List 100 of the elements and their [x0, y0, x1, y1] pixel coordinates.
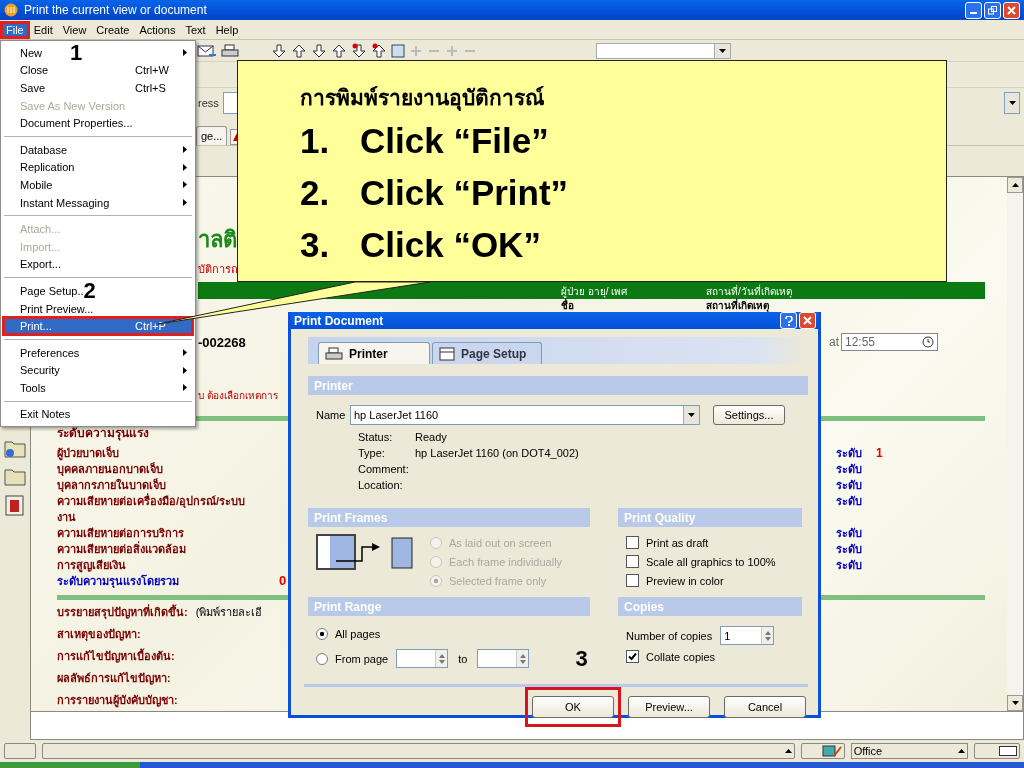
checkbox[interactable] [626, 536, 639, 549]
toolbar-dropdown[interactable] [596, 42, 731, 59]
menu-item[interactable]: Document Properties... [3, 114, 193, 132]
close-icon[interactable] [1007, 5, 1016, 15]
menu-bar-item[interactable]: Edit [28, 21, 58, 38]
checkbox-option[interactable]: Scale all graphics to 100% [626, 554, 776, 569]
spin-arrows-icon[interactable] [438, 652, 445, 665]
menu-bar-item[interactable]: Create [91, 21, 135, 38]
menu-item[interactable]: Tools [3, 379, 193, 397]
pen-icon[interactable] [821, 745, 842, 757]
menu-item[interactable]: Save Ctrl+S [3, 79, 193, 97]
folder-icon[interactable] [4, 466, 26, 486]
starred-arrow-icon[interactable] [371, 42, 387, 59]
menu-item[interactable]: Mobile [3, 176, 193, 194]
field-label: ผลลัพธ์การแก้ไขปัญหา: [57, 671, 171, 686]
restore-button[interactable] [984, 1, 1001, 19]
spin-arrows-icon[interactable] [519, 652, 526, 665]
checkbox[interactable] [626, 650, 639, 663]
step-number: 2. [300, 172, 331, 214]
location-dropdown[interactable]: Office [850, 743, 969, 759]
menu-bar-item[interactable]: View [57, 21, 92, 38]
menu-item[interactable]: Instant Messaging [3, 193, 193, 212]
window-icon[interactable] [391, 43, 405, 58]
dialog-button[interactable]: Preview... [628, 696, 710, 718]
status-field[interactable] [4, 743, 36, 759]
section-heading: Print Quality [618, 508, 802, 527]
calendar-icon[interactable] [5, 494, 25, 516]
severity-label: ผู้ป่วยบาดเจ็บ [57, 445, 120, 461]
field-label: การรายงานผู้บังคับบัญชา: [57, 693, 178, 708]
spin-arrows-icon[interactable] [764, 629, 771, 642]
folder-icon[interactable] [4, 438, 26, 458]
scroll-up-icon[interactable] [1011, 183, 1019, 187]
starred-arrow-icon[interactable] [351, 42, 367, 59]
menu-item[interactable]: Export... [3, 255, 193, 274]
menu-item[interactable]: Replication [3, 158, 193, 177]
status-field[interactable] [41, 743, 795, 759]
dialog-button[interactable]: OK [532, 696, 614, 718]
help-icon[interactable] [784, 315, 793, 326]
time-field[interactable]: 12:55 [841, 333, 938, 351]
up-arrow-icon[interactable] [331, 42, 347, 59]
menu-item[interactable]: Print... Ctrl+P [3, 317, 193, 335]
radio-option[interactable]: All pages [316, 626, 381, 641]
overall-severity-value: 0 [279, 574, 287, 588]
menu-item[interactable]: Database [3, 140, 193, 159]
copies-field[interactable]: 1 [720, 626, 775, 645]
menu-item[interactable]: Security [3, 361, 193, 380]
page-setup-icon [439, 346, 455, 361]
document-tab[interactable]: ge... [196, 126, 228, 145]
close-button[interactable] [799, 312, 816, 329]
menu-item[interactable]: Preferences [3, 343, 193, 362]
severity-label: ความเสียหายต่อการบริการ [57, 526, 185, 541]
down-arrow-icon[interactable] [311, 42, 327, 59]
checkbox[interactable] [626, 574, 639, 587]
restore-icon[interactable] [988, 5, 997, 15]
section-title: ระดับความรุนแรง [57, 425, 149, 441]
info-label: Comment: [358, 462, 410, 476]
checkbox-option[interactable]: Print as draft [626, 535, 709, 550]
minimize-button[interactable] [965, 1, 982, 19]
from-page-field[interactable] [396, 649, 449, 668]
down-arrow-icon[interactable] [271, 42, 287, 59]
clock-icon[interactable] [922, 336, 934, 348]
checkbox-option[interactable]: Preview in color [626, 573, 724, 588]
menu-bar-item[interactable]: Text [180, 21, 211, 38]
app-logo-icon [4, 3, 18, 17]
report-number: -002268 [198, 334, 247, 350]
dialog-tab[interactable]: Page Setup [432, 342, 542, 364]
menu-bar-item[interactable]: Actions [134, 21, 181, 38]
menu-bar-item[interactable]: File [1, 21, 29, 38]
to-page-field[interactable] [477, 649, 530, 668]
close-icon[interactable] [803, 316, 812, 325]
mail-icon[interactable] [197, 42, 217, 59]
close-button[interactable] [1003, 1, 1020, 19]
scroll-down-icon[interactable] [1011, 701, 1019, 705]
radio-button[interactable] [316, 652, 328, 665]
menu-item[interactable]: Print Preview... [3, 299, 193, 318]
field-label: การแก้ไขปัญหาเบื้องต้น: [57, 649, 175, 664]
up-arrow-icon[interactable] [784, 749, 792, 753]
checkbox[interactable] [626, 555, 639, 568]
up-arrow-icon[interactable] [291, 42, 307, 59]
level-label: ระดับ [836, 494, 863, 509]
menu-bar-item[interactable]: Help [210, 21, 244, 38]
address-dropdown-button[interactable] [1004, 92, 1020, 114]
printer-select[interactable]: hp LaserJet 1160 [350, 405, 700, 425]
menu-item[interactable]: New 1 [3, 44, 193, 62]
status-button[interactable] [974, 743, 1020, 759]
step-text: Click “OK” [360, 224, 541, 266]
menu-item[interactable]: Close Ctrl+W [3, 61, 193, 80]
checkbox-option[interactable]: Collate copies [626, 649, 716, 664]
keyboard-icon[interactable] [999, 746, 1017, 756]
dialog-tab[interactable]: Printer [318, 342, 430, 364]
menu-item[interactable]: Exit Notes [3, 405, 193, 424]
up-arrow-icon[interactable] [958, 749, 966, 753]
section-heading: Print Frames [308, 508, 590, 527]
radio-button[interactable] [316, 627, 328, 640]
radio-option[interactable]: From page [316, 651, 389, 666]
help-button[interactable] [780, 312, 797, 329]
dialog-button[interactable]: Cancel [724, 696, 806, 718]
scrollbar[interactable] [1007, 177, 1023, 711]
settings-button[interactable]: Settings... [713, 405, 785, 425]
printer-icon [221, 43, 239, 58]
